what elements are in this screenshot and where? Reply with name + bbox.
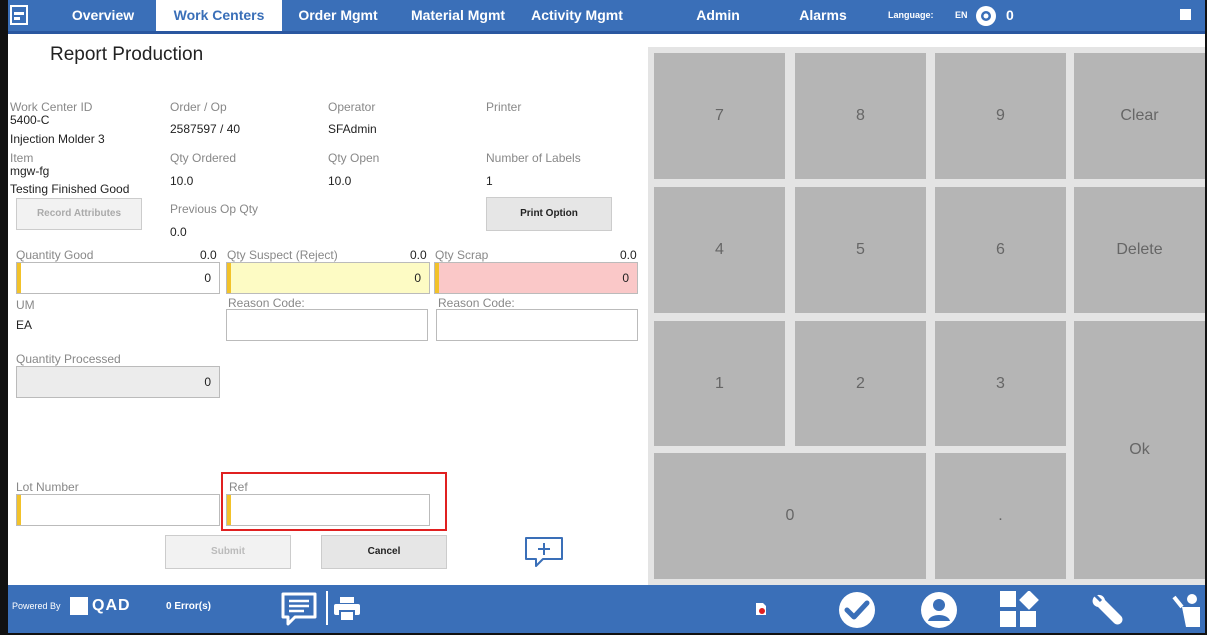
key-0[interactable]: 0 bbox=[654, 453, 926, 579]
qty-suspect-total: 0.0 bbox=[410, 248, 427, 262]
operator-label: Operator bbox=[328, 100, 376, 114]
key-decimal[interactable]: . bbox=[935, 453, 1066, 579]
qty-open-value: 10.0 bbox=[328, 174, 352, 188]
cancel-button[interactable]: Cancel bbox=[321, 535, 447, 569]
tab-work-centers[interactable]: Work Centers bbox=[156, 0, 282, 31]
page-title: Report Production bbox=[50, 44, 204, 65]
key-5[interactable]: 5 bbox=[795, 187, 926, 313]
quantity-processed-field: 0 bbox=[16, 366, 220, 398]
footer-divider bbox=[326, 591, 328, 625]
quantity-good-total: 0.0 bbox=[200, 248, 217, 262]
tab-overview[interactable]: Overview bbox=[50, 0, 156, 31]
error-count[interactable]: 0 Error(s) bbox=[166, 601, 211, 612]
item-code: mgw-fg bbox=[10, 164, 50, 178]
um-value: EA bbox=[16, 318, 33, 332]
numeric-keypad: 7 8 9 Clear 4 5 6 Delete 1 2 3 Ok 0 . bbox=[648, 47, 1205, 585]
tab-admin[interactable]: Admin bbox=[688, 0, 748, 31]
required-marker bbox=[17, 263, 21, 293]
required-marker bbox=[227, 495, 231, 525]
language-label: Language: bbox=[888, 10, 934, 20]
key-2[interactable]: 2 bbox=[795, 321, 926, 446]
checkmark-icon[interactable] bbox=[838, 591, 876, 629]
qad-mark-icon bbox=[1180, 9, 1191, 20]
qty-scrap-label: Qty Scrap bbox=[435, 248, 489, 262]
alarm-icon[interactable] bbox=[974, 4, 998, 28]
print-icon[interactable] bbox=[334, 597, 360, 621]
brand-logo: QA bbox=[1180, 0, 1205, 53]
work-center-label: Work Center ID bbox=[10, 100, 93, 114]
um-label: UM bbox=[16, 298, 35, 312]
qty-suspect-input[interactable]: 0 bbox=[226, 262, 430, 294]
tab-alarms[interactable]: Alarms bbox=[790, 0, 856, 31]
qty-ordered-value: 10.0 bbox=[170, 174, 194, 188]
operator-value: SFAdmin bbox=[328, 122, 377, 136]
tab-activity-mgmt[interactable]: Activity Mgmt bbox=[522, 0, 632, 31]
key-1[interactable]: 1 bbox=[654, 321, 785, 446]
key-3[interactable]: 3 bbox=[935, 321, 1066, 446]
reason-code-scrap-input[interactable] bbox=[436, 309, 638, 341]
order-label: Order / Op bbox=[170, 100, 227, 114]
apps-icon[interactable] bbox=[1000, 591, 1040, 629]
previous-op-label: Previous Op Qty bbox=[170, 202, 259, 216]
previous-op-value: 0.0 bbox=[170, 225, 187, 239]
reason-code-label-scrap: Reason Code: bbox=[438, 296, 515, 310]
item-label: Item bbox=[10, 151, 34, 165]
lot-number-input[interactable] bbox=[16, 494, 220, 526]
key-clear[interactable]: Clear bbox=[1074, 53, 1205, 179]
required-marker bbox=[227, 263, 231, 293]
language-value[interactable]: EN bbox=[955, 0, 968, 31]
key-9[interactable]: 9 bbox=[935, 53, 1066, 179]
alarm-count[interactable]: 0 bbox=[1006, 0, 1014, 31]
key-8[interactable]: 8 bbox=[795, 53, 926, 179]
key-4[interactable]: 4 bbox=[654, 187, 785, 313]
labels-count-label: Number of Labels bbox=[486, 151, 581, 165]
qty-scrap-input[interactable]: 0 bbox=[434, 262, 638, 294]
labels-count-value: 1 bbox=[486, 174, 493, 188]
qad-mark-icon bbox=[70, 597, 88, 615]
key-ok[interactable]: Ok bbox=[1074, 321, 1205, 579]
quantity-good-input[interactable]: 0 bbox=[16, 262, 220, 294]
document-status-icon[interactable] bbox=[756, 603, 766, 615]
print-option-button[interactable]: Print Option bbox=[486, 197, 612, 231]
lot-number-label: Lot Number bbox=[16, 480, 79, 494]
add-comment-icon[interactable] bbox=[523, 535, 565, 569]
key-7[interactable]: 7 bbox=[654, 53, 785, 179]
qty-ordered-label: Qty Ordered bbox=[170, 151, 237, 165]
submit-button[interactable]: Submit bbox=[165, 535, 291, 569]
qad-brand: QAD bbox=[92, 597, 131, 614]
key-6[interactable]: 6 bbox=[935, 187, 1066, 313]
app-logo-icon[interactable] bbox=[10, 4, 28, 26]
printer-label: Printer bbox=[486, 100, 522, 114]
quantity-good-label: Quantity Good bbox=[16, 248, 94, 262]
qty-open-label: Qty Open bbox=[328, 151, 380, 165]
wrench-icon[interactable] bbox=[1088, 591, 1128, 629]
item-description: Testing Finished Good bbox=[10, 182, 130, 196]
order-value: 2587597 / 40 bbox=[170, 122, 241, 136]
key-delete[interactable]: Delete bbox=[1074, 187, 1205, 313]
qty-scrap-total: 0.0 bbox=[620, 248, 637, 262]
top-nav: Overview Work Centers Order Mgmt Materia… bbox=[8, 0, 1205, 53]
reason-code-label-suspect: Reason Code: bbox=[228, 296, 305, 310]
user-icon[interactable] bbox=[920, 591, 958, 629]
record-attributes-button[interactable]: Record Attributes bbox=[16, 198, 142, 230]
quantity-processed-label: Quantity Processed bbox=[16, 352, 121, 366]
ref-input[interactable] bbox=[226, 494, 430, 526]
reason-code-suspect-input[interactable] bbox=[226, 309, 428, 341]
required-marker bbox=[17, 495, 21, 525]
tab-order-mgmt[interactable]: Order Mgmt bbox=[284, 0, 392, 31]
work-center-name: Injection Molder 3 bbox=[10, 132, 105, 146]
messages-icon[interactable] bbox=[280, 591, 318, 627]
tab-material-mgmt[interactable]: Material Mgmt bbox=[396, 0, 520, 31]
qty-suspect-label: Qty Suspect (Reject) bbox=[227, 248, 338, 262]
footer-bar: Powered By QAD 0 Error(s) bbox=[8, 585, 1205, 633]
ref-label: Ref bbox=[229, 480, 248, 494]
operator-tools-icon[interactable] bbox=[1172, 593, 1205, 629]
work-center-id: 5400-C bbox=[10, 113, 50, 127]
required-marker bbox=[435, 263, 439, 293]
powered-by-label: Powered By bbox=[12, 601, 61, 611]
